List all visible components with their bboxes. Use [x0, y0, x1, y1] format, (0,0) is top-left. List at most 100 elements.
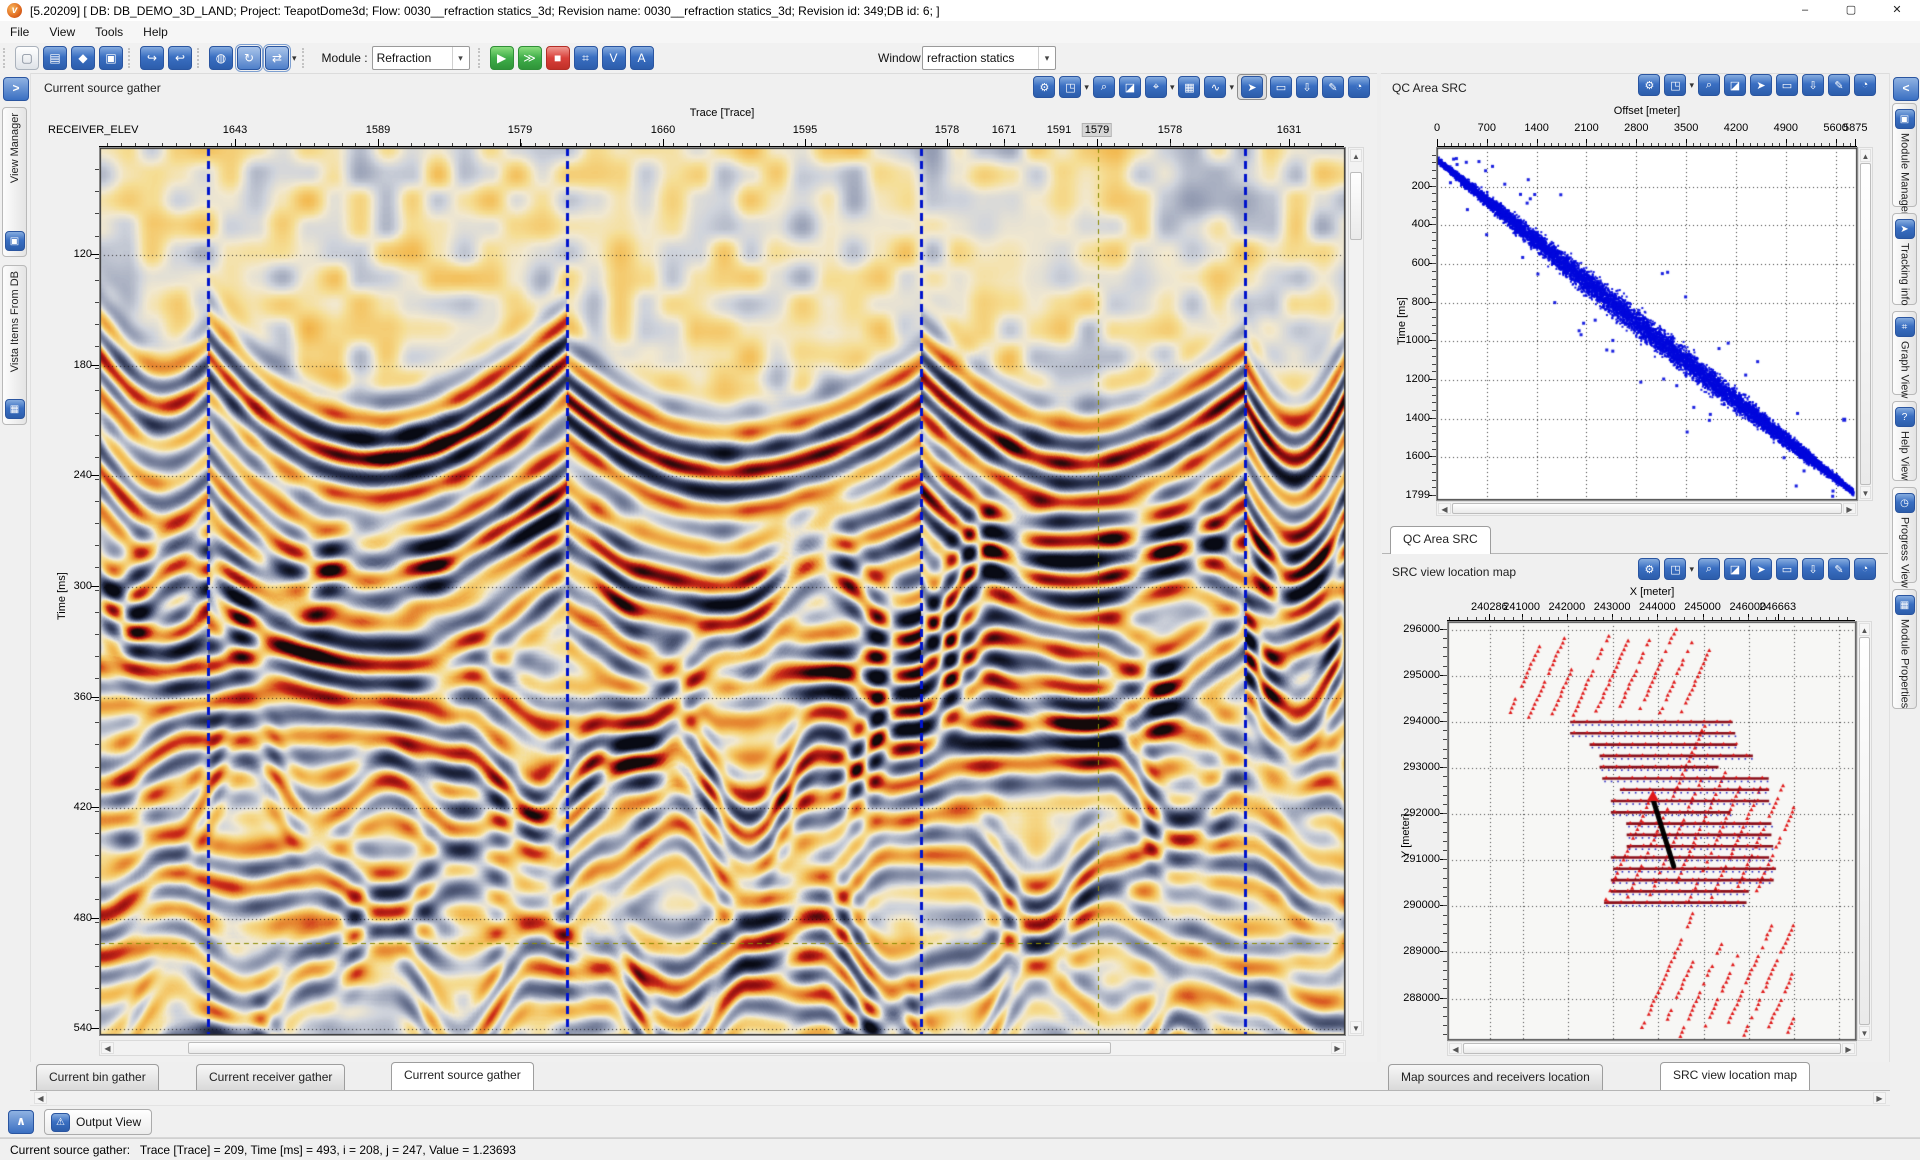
sidebar-tab-progress-view[interactable]: ◷Progress View — [1892, 487, 1917, 583]
refresh-icon[interactable]: ⇄ — [265, 46, 289, 70]
eraser-icon[interactable]: ◪ — [1724, 74, 1746, 96]
export-icon[interactable]: ⇩ — [1296, 76, 1318, 98]
tab-scroll-right-icon[interactable]: ▶ — [1873, 1092, 1886, 1104]
resize-window-icon[interactable]: ◳ — [1664, 558, 1686, 580]
scroll-right-icon[interactable]: ▶ — [1331, 1042, 1344, 1054]
refresh-icon-dropdown[interactable]: ▾ — [292, 53, 297, 64]
sidebar-tab-module-properties[interactable]: ▦Module Properties — [1892, 589, 1917, 709]
scroll-up-icon[interactable]: ▲ — [1859, 623, 1870, 636]
scroll-up-icon[interactable]: ▲ — [1860, 149, 1871, 162]
seismic-horizontal-scrollbar[interactable]: ◀▶ — [99, 1040, 1346, 1056]
scroll-left-icon[interactable]: ◀ — [101, 1042, 114, 1054]
qc-vertical-scrollbar[interactable]: ▲▼ — [1858, 147, 1873, 501]
seismic-vertical-scrollbar[interactable]: ▲▼ — [1348, 147, 1364, 1036]
comment-icon[interactable]: ▭ — [1776, 558, 1798, 580]
right-dock-expand-button[interactable]: < — [1893, 77, 1919, 101]
pointer-icon[interactable]: ➤ — [1750, 74, 1772, 96]
chart-view-icon[interactable]: ∿ — [1204, 76, 1226, 98]
sidebar-tab-tracking-info[interactable]: ➤Tracking info — [1892, 213, 1917, 305]
resize-window-icon-dropdown[interactable]: ▾ — [1689, 80, 1694, 91]
window-icon[interactable]: ▣ — [99, 46, 123, 70]
scrollbar-thumb[interactable] — [188, 1042, 1111, 1054]
pick-pen-icon[interactable]: ✎ — [1322, 76, 1344, 98]
zoom-icon[interactable]: ⌕ — [1698, 74, 1720, 96]
go-back-icon[interactable]: ↩ — [168, 46, 192, 70]
pick-pen-icon[interactable]: ✎ — [1828, 558, 1850, 580]
scrollbar-thumb[interactable] — [1452, 503, 1842, 514]
vista-a-icon[interactable]: A — [630, 46, 654, 70]
output-view-button[interactable]: ⚠ Output View — [44, 1109, 152, 1135]
scroll-down-icon[interactable]: ▼ — [1860, 486, 1871, 499]
menu-file[interactable]: File — [0, 23, 39, 41]
go-forward-icon[interactable]: ↪ — [140, 46, 164, 70]
resize-window-icon[interactable]: ◳ — [1664, 74, 1686, 96]
scroll-left-icon[interactable]: ◀ — [1438, 503, 1451, 514]
minimize-button[interactable]: – — [1782, 0, 1828, 21]
scrollbar-thumb[interactable] — [1860, 163, 1871, 485]
tab-current-bin-gather[interactable]: Current bin gather — [36, 1064, 159, 1090]
menu-tools[interactable]: Tools — [85, 23, 133, 41]
zoom-select-icon-dropdown[interactable]: ▾ — [1170, 82, 1175, 93]
main-splitter[interactable] — [1377, 73, 1381, 1106]
scroll-down-icon[interactable]: ▼ — [1350, 1021, 1362, 1034]
tag-icon[interactable]: ◆ — [71, 46, 95, 70]
sidebar-tab-module-manager[interactable]: ▣Module Manager — [1892, 103, 1917, 207]
pointer-icon[interactable]: ➤ — [1750, 558, 1772, 580]
comment-icon[interactable]: ▭ — [1270, 76, 1292, 98]
source-location-map-plot[interactable] — [1448, 622, 1856, 1040]
vista-v-icon[interactable]: V — [602, 46, 626, 70]
zoom-all-icon[interactable]: ↻ — [237, 46, 261, 70]
resize-window-icon-dropdown[interactable]: ▾ — [1689, 564, 1694, 575]
scrollbar-thumb[interactable] — [1350, 172, 1362, 241]
table-view-icon[interactable]: ▦ — [1178, 76, 1200, 98]
tab-qc-area-src[interactable]: QC Area SRC — [1390, 526, 1491, 554]
qc-horizontal-scrollbar[interactable]: ◀▶ — [1436, 501, 1858, 516]
compass-icon[interactable]: ◔ — [1854, 558, 1876, 580]
scroll-down-icon[interactable]: ▼ — [1859, 1026, 1870, 1039]
run-icon[interactable]: ▶ — [490, 46, 514, 70]
comment-icon[interactable]: ▭ — [1776, 74, 1798, 96]
settings-icon[interactable]: ⚙ — [1638, 74, 1660, 96]
tab-map-sources-and-receivers-location[interactable]: Map sources and receivers location — [1388, 1064, 1603, 1090]
compass-icon[interactable]: ◔ — [1348, 76, 1370, 98]
left-dock-expand-button[interactable]: > — [3, 77, 29, 101]
zoom-select-icon[interactable]: ⌖ — [1145, 76, 1167, 98]
scrollbar-thumb[interactable] — [1463, 1043, 1841, 1054]
flow-chart-icon[interactable]: ⌗ — [574, 46, 598, 70]
sidebar-tab-help-view[interactable]: ?Help View — [1892, 401, 1917, 481]
resize-window-icon[interactable]: ◳ — [1059, 76, 1081, 98]
globe-icon[interactable]: ◍ — [209, 46, 233, 70]
map-vertical-scrollbar[interactable]: ▲▼ — [1857, 621, 1872, 1041]
sidebar-tab-vista-items-from-db[interactable]: Vista Items From DB▦ — [2, 265, 27, 425]
pick-pen-icon[interactable]: ✎ — [1828, 74, 1850, 96]
new-flow-icon[interactable]: ▢ — [15, 46, 39, 70]
close-button[interactable]: ✕ — [1874, 0, 1920, 21]
chart-view-icon-dropdown[interactable]: ▾ — [1229, 82, 1234, 93]
menu-help[interactable]: Help — [133, 23, 178, 41]
tab-current-receiver-gather[interactable]: Current receiver gather — [196, 1064, 345, 1090]
tab-src-view-location-map[interactable]: SRC view location map — [1660, 1062, 1810, 1090]
window-select[interactable]: refraction statics ▾ — [922, 46, 1056, 70]
expand-output-button[interactable]: ∧ — [8, 1110, 34, 1134]
module-select[interactable]: Refraction ▾ — [372, 46, 470, 70]
qc-offset-time-scatter-plot[interactable] — [1437, 148, 1857, 500]
maximize-button[interactable]: ▢ — [1828, 0, 1874, 21]
scroll-left-icon[interactable]: ◀ — [1449, 1043, 1462, 1054]
sidebar-tab-graph-view[interactable]: ⌗Graph View — [1892, 311, 1917, 395]
tab-scroll-left-icon[interactable]: ◀ — [34, 1092, 47, 1104]
scroll-right-icon[interactable]: ▶ — [1843, 503, 1856, 514]
export-icon[interactable]: ⇩ — [1802, 558, 1824, 580]
compass-icon[interactable]: ◔ — [1854, 74, 1876, 96]
scrollbar-thumb[interactable] — [1859, 637, 1870, 1025]
menu-view[interactable]: View — [39, 23, 85, 41]
scroll-right-icon[interactable]: ▶ — [1842, 1043, 1855, 1054]
seismic-gather-plot[interactable] — [100, 148, 1345, 1035]
eraser-icon[interactable]: ◪ — [1119, 76, 1141, 98]
run-all-icon[interactable]: ≫ — [518, 46, 542, 70]
settings-icon[interactable]: ⚙ — [1033, 76, 1055, 98]
stop-icon[interactable]: ■ — [546, 46, 570, 70]
pointer-icon[interactable]: ➤ — [1241, 76, 1263, 98]
settings-icon[interactable]: ⚙ — [1638, 558, 1660, 580]
eraser-icon[interactable]: ◪ — [1724, 558, 1746, 580]
zoom-icon[interactable]: ⌕ — [1698, 558, 1720, 580]
